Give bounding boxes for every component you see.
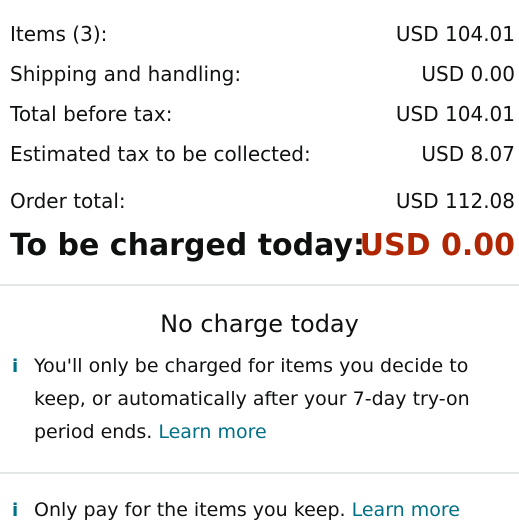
before-tax-label: Total before tax: [10, 102, 173, 126]
order-total-label: Order total: [10, 189, 126, 213]
items-row: Items (3): USD 104.01 [10, 18, 515, 50]
before-tax-row: Total before tax: USD 104.01 [10, 98, 515, 130]
order-total-row: Order total: USD 112.08 [10, 185, 515, 217]
section-divider [0, 472, 519, 474]
charged-today-label: To be charged today: [10, 228, 366, 263]
no-charge-title: No charge today [160, 310, 359, 338]
tax-row: Estimated tax to be collected: USD 8.07 [10, 138, 515, 170]
items-value: USD 104.01 [395, 22, 515, 46]
shipping-row: Shipping and handling: USD 0.00 [10, 58, 515, 90]
shipping-value: USD 0.00 [421, 62, 515, 86]
info-icon: i [12, 356, 19, 377]
section-divider [0, 284, 519, 286]
shipping-label: Shipping and handling: [10, 62, 242, 86]
items-label: Items (3): [10, 22, 108, 46]
tax-value: USD 8.07 [421, 142, 515, 166]
charged-today-row: To be charged today: USD 0.00 [10, 224, 515, 268]
no-charge-message-block: You'll only be charged for items you dec… [34, 350, 504, 449]
pay-notice: i Only pay for the items you keep. Learn… [12, 494, 512, 527]
learn-more-link[interactable]: Learn more [352, 499, 460, 521]
before-tax-value: USD 104.01 [395, 102, 515, 126]
order-total-value: USD 112.08 [395, 189, 515, 213]
learn-more-link[interactable]: Learn more [158, 421, 266, 443]
tax-label: Estimated tax to be collected: [10, 142, 311, 166]
pay-notice-message: Only pay for the items you keep. [34, 499, 346, 521]
info-icon: i [12, 500, 19, 521]
charged-today-value: USD 0.00 [359, 228, 515, 263]
pay-notice-message-block: Only pay for the items you keep. Learn m… [34, 494, 504, 527]
no-charge-info: i You'll only be charged for items you d… [12, 350, 512, 450]
